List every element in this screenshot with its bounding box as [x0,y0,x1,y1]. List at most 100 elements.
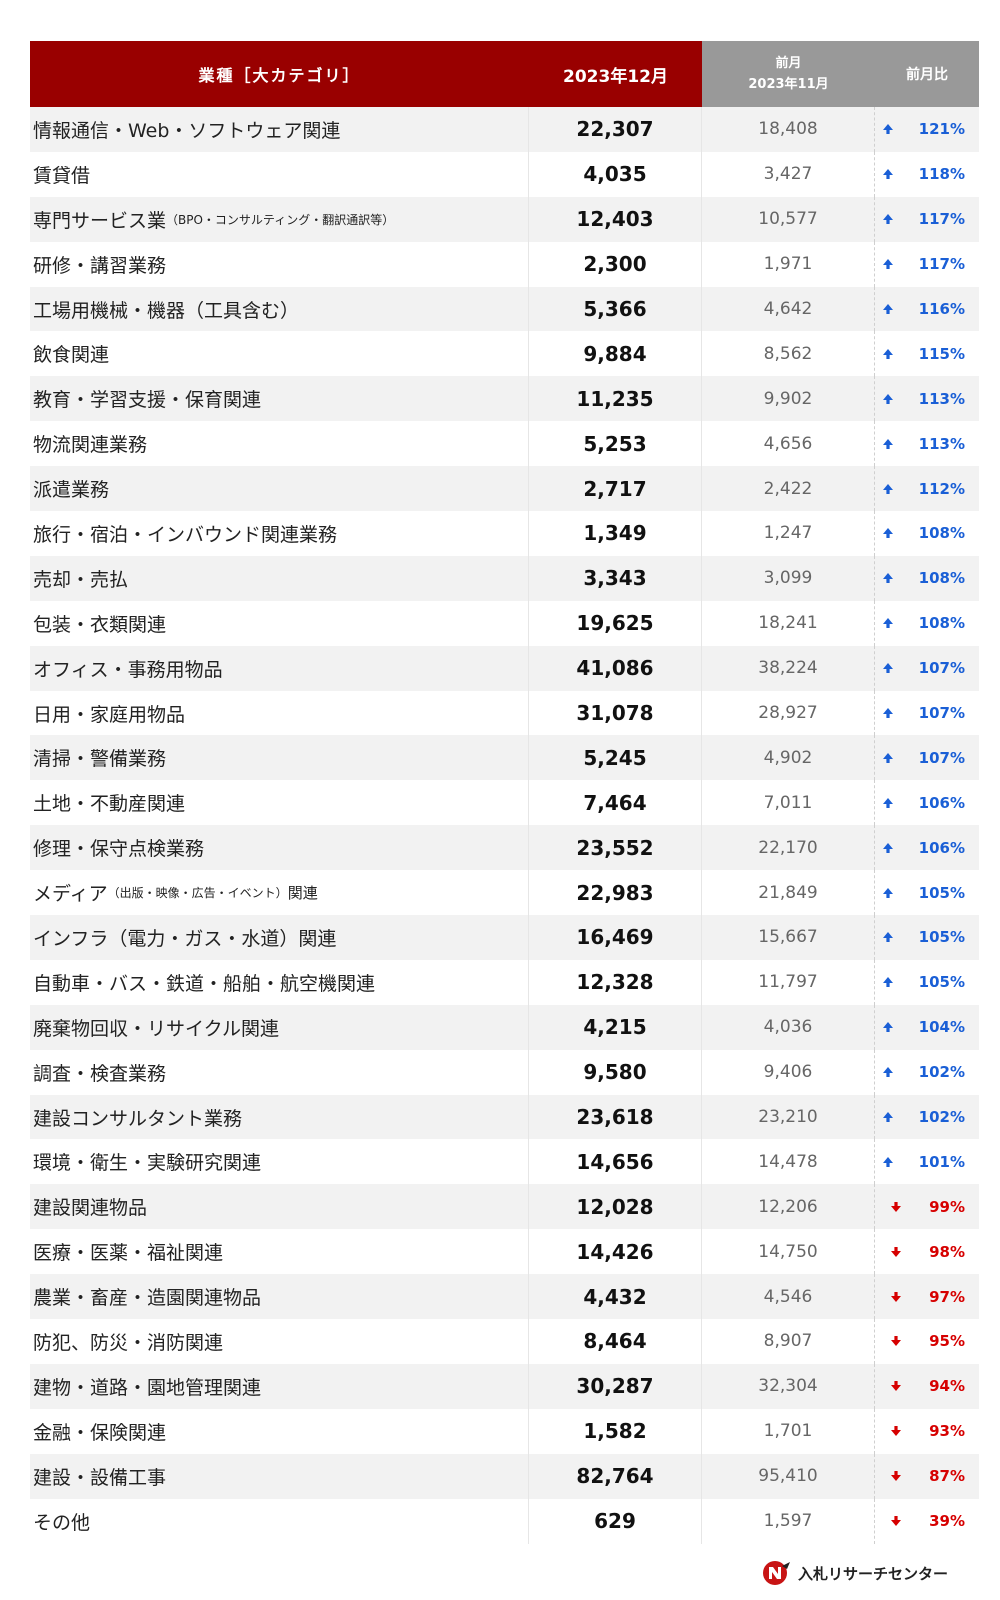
current-count: 7,464 [529,780,702,826]
ratio-cell: 104% [875,1005,979,1050]
ratio-cell: 98% [875,1229,979,1274]
category-name: 研修・講習業務 [33,254,167,277]
previous-count: 9,406 [702,1049,875,1095]
ratio-cell: 105% [875,915,979,960]
arrow-down-icon [891,1246,902,1257]
ratio-cell: 87% [875,1454,979,1499]
current-count: 12,403 [529,196,702,242]
ratio-cell: 39% [875,1499,979,1544]
previous-count: 3,427 [702,151,875,197]
ratio-cell: 105% [875,870,979,915]
table-row: 環境・衛生・実験研究関連 14,656 14,478 101% [30,1139,979,1185]
arrow-up-icon [882,348,893,359]
previous-count: 95,410 [702,1453,875,1499]
ratio-cell: 95% [875,1319,979,1364]
current-count: 14,656 [529,1139,702,1185]
category-cell: 調査・検査業務 [30,1049,529,1095]
ratio-cell: 107% [875,646,979,691]
arrow-up-icon [882,842,893,853]
previous-count: 3,099 [702,555,875,601]
category-cell: 建設コンサルタント業務 [30,1094,529,1140]
ratio-value: 118% [918,165,965,184]
category-cell: 教育・学習支援・保育関連 [30,376,529,422]
category-cell: 派遣業務 [30,466,529,512]
category-name: 情報通信・Web・ソフトウェア関連 [33,119,341,142]
category-cell: 工場用機械・機器（工具含む） [30,286,529,332]
arrow-down-icon [891,1201,902,1212]
previous-count: 28,927 [702,690,875,736]
arrow-up-icon [882,708,893,719]
ratio-value: 112% [918,479,965,498]
previous-count: 22,170 [702,825,875,871]
previous-count: 1,701 [702,1408,875,1454]
current-count: 5,245 [529,735,702,781]
current-count: 4,035 [529,151,702,197]
table-header: 業種［大カテゴリ］ 2023年12月 前月 2023年11月 前月比 [30,41,979,107]
current-count: 2,717 [529,466,702,512]
category-note: （BPO・コンサルティング・翻訳通訳等） [166,212,395,227]
previous-count: 38,224 [702,645,875,691]
arrow-up-icon [882,169,893,180]
header-prev-month: 2023年11月 [748,77,829,92]
ratio-cell: 93% [875,1409,979,1454]
header-ratio: 前月比 [875,41,979,107]
current-count: 8,464 [529,1319,702,1364]
ratio-cell: 106% [875,780,979,825]
arrow-down-icon [891,1471,902,1482]
previous-count: 4,656 [702,421,875,467]
ratio-cell: 108% [875,601,979,646]
category-cell: 土地・不動産関連 [30,780,529,826]
header-current-month: 2023年12月 [529,41,702,107]
arrow-up-icon [882,797,893,808]
table-row: 教育・学習支援・保育関連 11,235 9,902 113% [30,376,979,422]
ratio-value: 95% [929,1332,965,1351]
ratio-value: 105% [918,928,965,947]
category-name: 自動車・バス・鉄道・船舶・航空機関連 [33,972,376,995]
table-row: 防犯、防災・消防関連 8,464 8,907 95% [30,1319,979,1364]
table-row: 飲食関連 9,884 8,562 115% [30,331,979,377]
ratio-cell: 99% [875,1184,979,1229]
header-prev-label: 前月 [775,56,802,71]
category-name: メディア [33,883,108,906]
data-table: 業種［大カテゴリ］ 2023年12月 前月 2023年11月 前月比 情報通信・… [30,41,979,1544]
ratio-cell: 121% [875,107,979,152]
ratio-cell: 105% [875,960,979,1005]
category-name: インフラ（電力・ガス・水道）関連 [33,927,337,950]
arrow-up-icon [882,932,893,943]
current-count: 3,343 [529,555,702,601]
arrow-down-icon [891,1381,902,1392]
ratio-cell: 106% [875,825,979,870]
previous-count: 12,206 [702,1184,875,1230]
table-row: インフラ（電力・ガス・水道）関連 16,469 15,667 105% [30,915,979,960]
ratio-cell: 108% [875,511,979,556]
ratio-value: 102% [918,1108,965,1127]
category-cell: 建設・設備工事 [30,1453,529,1499]
table-row: 金融・保険関連 1,582 1,701 93% [30,1408,979,1454]
table-row: 建物・道路・園地管理関連 30,287 32,304 94% [30,1363,979,1409]
ratio-cell: 107% [875,691,979,736]
previous-count: 4,036 [702,1004,875,1050]
category-name: その他 [33,1511,91,1534]
ratio-cell: 108% [875,556,979,601]
ratio-cell: 115% [875,331,979,376]
current-count: 4,432 [529,1274,702,1320]
category-name: 教育・学習支援・保育関連 [33,389,262,412]
ratio-value: 99% [929,1197,965,1216]
ratio-value: 121% [918,120,965,139]
table-row: その他 629 1,597 39% [30,1498,979,1544]
ratio-value: 105% [918,973,965,992]
current-count: 5,366 [529,286,702,332]
arrow-up-icon [882,573,893,584]
previous-count: 1,597 [702,1498,875,1544]
brand-name: 入札リサーチセンター [798,1564,949,1583]
previous-count: 32,304 [702,1363,875,1409]
ratio-value: 39% [929,1512,965,1531]
current-count: 11,235 [529,376,702,422]
category-name: 環境・衛生・実験研究関連 [33,1152,262,1175]
category-cell: 医療・医薬・福祉関連 [30,1229,529,1275]
arrow-up-icon [882,483,893,494]
current-count: 14,426 [529,1229,702,1275]
category-suffix: 関連 [287,884,318,903]
previous-count: 15,667 [702,915,875,960]
category-name: 専門サービス業 [33,209,167,232]
